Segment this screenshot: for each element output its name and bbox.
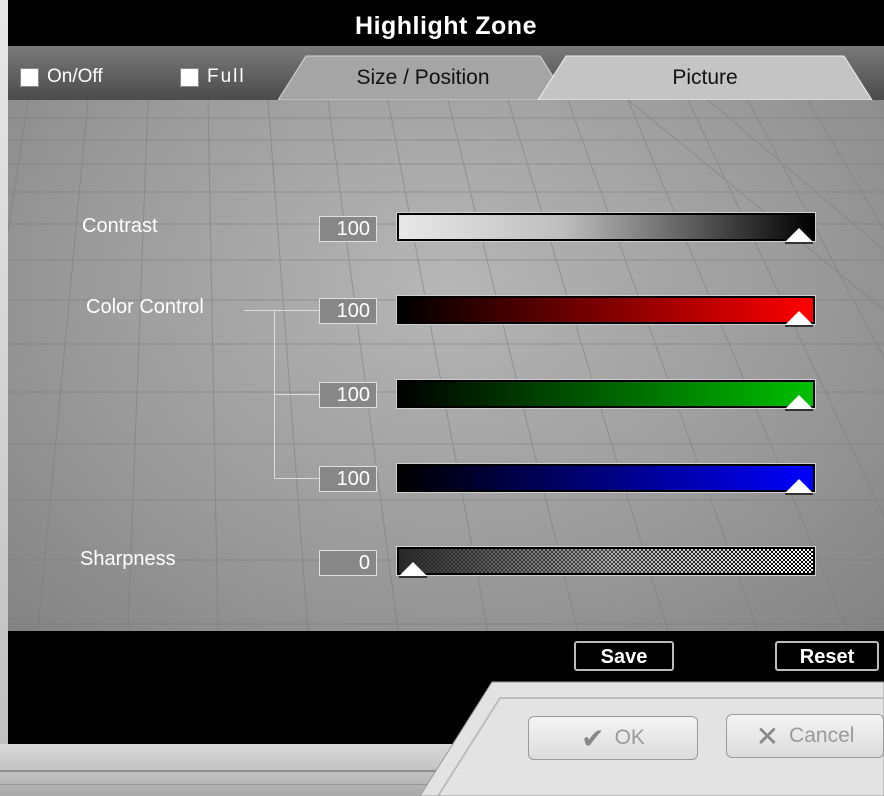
blue-slider[interactable] [396,463,816,495]
red-value[interactable]: 100 [319,298,377,324]
blue-slider-thumb[interactable] [785,479,813,495]
tab-picture-label: Picture [672,66,738,89]
full-label: Full [207,66,246,87]
full-checkbox-box[interactable] [180,67,199,87]
onoff-checkbox[interactable]: On/Off [20,66,103,88]
tab-size-position[interactable]: Size / Position [278,54,568,100]
action-bar: Save Reset [8,631,884,679]
color-connector-top [244,310,319,311]
title-bar: Highlight Zone [8,0,884,46]
sharpness-slider[interactable] [396,546,816,578]
window-title: Highlight Zone [355,12,537,40]
reset-button[interactable]: Reset [775,641,879,671]
x-icon: ✕ [755,720,780,752]
color-control-label: Color Control [86,296,204,318]
contrast-slider-thumb[interactable] [785,228,813,244]
sharpness-value[interactable]: 0 [319,550,377,576]
checkmark-icon: ✔ [581,722,605,754]
cancel-button[interactable]: ✕ Cancel [726,714,884,758]
red-slider[interactable] [396,295,816,327]
cancel-label: Cancel [789,724,855,747]
sharpness-slider-thumb[interactable] [399,562,427,578]
red-slider-thumb[interactable] [785,311,813,327]
sharpness-label: Sharpness [80,548,176,570]
green-value[interactable]: 100 [319,382,377,408]
green-slider[interactable] [396,379,816,411]
blue-value[interactable]: 100 [319,466,377,492]
contrast-slider[interactable] [396,212,816,244]
onoff-checkbox-box[interactable] [20,67,39,87]
full-checkbox[interactable]: Full [180,66,246,88]
picture-panel: Contrast 100 Color Control 100 100 100 S… [8,100,884,631]
contrast-value[interactable]: 100 [319,216,377,242]
contrast-label: Contrast [82,215,158,237]
color-connector-green [274,394,319,395]
tab-size-position-label: Size / Position [356,66,490,89]
save-button[interactable]: Save [574,641,674,671]
tab-picture[interactable]: Picture [538,54,884,100]
tab-strip: On/Off Full Size / Position Picture [8,46,884,100]
ok-button[interactable]: ✔ OK [528,716,698,760]
green-slider-thumb[interactable] [785,395,813,411]
onoff-label: On/Off [47,66,103,87]
color-connector-blue [274,478,319,479]
ok-label: OK [614,726,645,749]
